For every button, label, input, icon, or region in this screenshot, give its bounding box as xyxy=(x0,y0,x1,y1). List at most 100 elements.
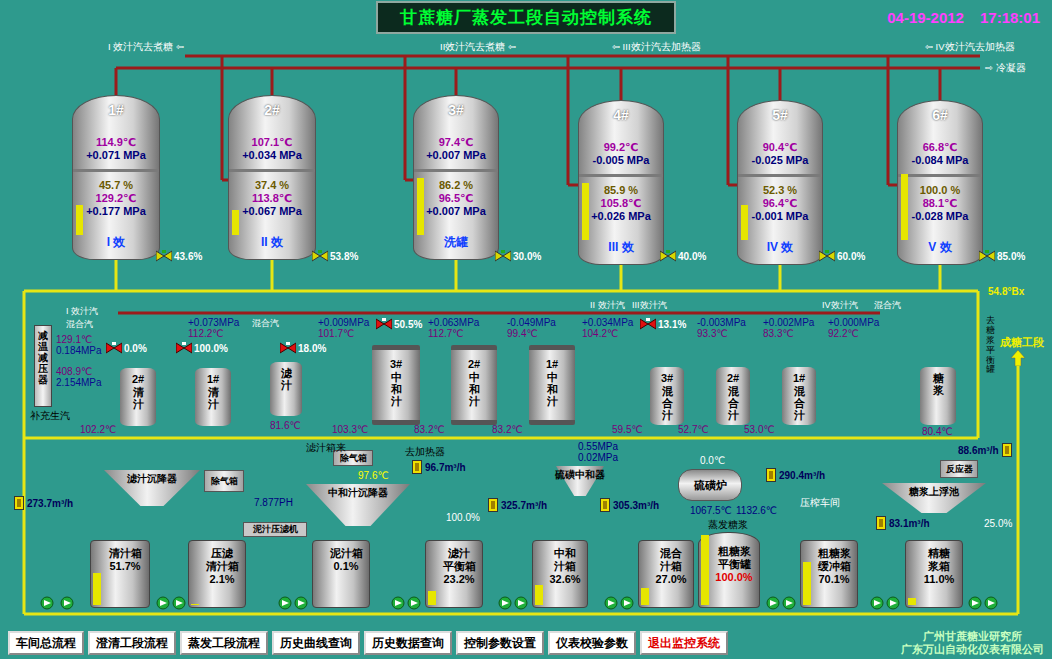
storage-tank[interactable]: 粗糖浆 缓冲箱70.1% xyxy=(800,540,858,608)
nav-button[interactable]: 蒸发工段流程 xyxy=(180,631,268,655)
storage-tank[interactable]: 混合 汁箱27.0% xyxy=(638,540,694,608)
pump-icon[interactable] xyxy=(968,596,982,610)
pump-icon[interactable] xyxy=(984,596,998,610)
tank-label: 混合 汁箱 xyxy=(660,547,682,573)
pump-icon[interactable] xyxy=(620,596,634,610)
equipment[interactable]: 硫磺炉 xyxy=(678,469,742,501)
process-tank[interactable]: 1#混合汁 xyxy=(782,367,816,425)
pump-icon[interactable] xyxy=(172,596,186,610)
pump-icon[interactable] xyxy=(604,596,618,610)
process-tank[interactable]: 2#清汁 xyxy=(120,368,156,426)
equipment[interactable]: 滤汁沉降器 xyxy=(104,470,200,506)
flow-meter[interactable]: 325.7m³/h xyxy=(488,498,547,512)
storage-tank[interactable]: 精糖 浆箱11.0% xyxy=(905,540,963,608)
process-tank[interactable]: 1#中和汁 xyxy=(529,345,575,425)
equipment[interactable]: 中和汁沉降器 xyxy=(306,484,410,526)
nav-button[interactable]: 澄清工段流程 xyxy=(88,631,176,655)
steam-valve[interactable]: 50.5% xyxy=(376,318,422,330)
pump-icon[interactable] xyxy=(886,596,900,610)
valve-opening: 50.5% xyxy=(394,319,422,330)
pump-icon[interactable] xyxy=(498,596,512,610)
desuperheater[interactable]: 减温减压器 xyxy=(34,325,52,407)
pump-icon[interactable] xyxy=(782,596,796,610)
red-valve-icon xyxy=(280,342,296,354)
heater-temp: 105.8℃ xyxy=(601,197,642,210)
process-tank[interactable]: 1#清汁 xyxy=(195,368,231,426)
valve-opening: 53.8% xyxy=(330,251,358,262)
pump-icon[interactable] xyxy=(407,596,421,610)
valve-icon xyxy=(312,250,328,262)
vessel-band xyxy=(229,169,315,172)
flow-meter[interactable]: 290.4m³/h xyxy=(766,468,825,482)
to-section-label[interactable]: 成糖工段 xyxy=(1000,336,1044,349)
evaporator-valve[interactable]: 60.0% xyxy=(819,250,865,262)
evaporator-valve[interactable]: 53.8% xyxy=(312,250,358,262)
pump-icon[interactable] xyxy=(156,596,170,610)
pump-icon[interactable] xyxy=(60,596,74,610)
valve-icon xyxy=(979,250,995,262)
steam-valve[interactable]: 18.0% xyxy=(280,342,326,354)
storage-tank[interactable]: 中和 汁箱32.6% xyxy=(532,540,588,608)
storage-tank[interactable]: 粗糖浆 平衡罐100.0% xyxy=(698,532,760,608)
equipment[interactable]: 除气箱 xyxy=(333,450,373,466)
process-tank[interactable]: 2#中和汁 xyxy=(451,345,497,425)
steam-valve[interactable]: 100.0% xyxy=(176,342,228,354)
pump-icon[interactable] xyxy=(870,596,884,610)
process-tank[interactable]: 滤汁 xyxy=(270,362,302,416)
line-temp: 101.7℃ xyxy=(318,328,369,339)
evaporator[interactable]: 2#107.1℃+0.034 MPa37.4 %113.8℃+0.067 MPa… xyxy=(228,95,316,260)
level-bar xyxy=(76,169,83,235)
flow-meter[interactable]: 96.7m³/h xyxy=(412,460,466,474)
process-canvas: I 效汁汽去煮糖 ⇦II效汁汽去煮糖 ⇦⇦ III效汁汽去加热器⇦ IV效汁汽去… xyxy=(0,34,1052,627)
steam-valve[interactable]: 0.0% xyxy=(106,342,147,354)
process-tank[interactable]: 糖浆 xyxy=(920,367,956,425)
evaporator[interactable]: 3#97.4℃+0.007 MPa86.2 %96.5℃+0.007 MPa洗罐 xyxy=(413,95,499,260)
nav-button[interactable]: 控制参数设置 xyxy=(456,631,544,655)
annotation: 1067.5℃ xyxy=(690,505,732,516)
level-fill xyxy=(232,210,239,235)
nav-button[interactable]: 退出监控系统 xyxy=(640,631,728,655)
steam-pipe xyxy=(404,56,407,180)
evaporator[interactable]: 1#114.9℃+0.071 MPa45.7 %129.2℃+0.177 MPa… xyxy=(72,95,160,260)
storage-tank[interactable]: 清汁箱51.7% xyxy=(90,540,150,608)
tank-level-fill xyxy=(428,591,436,605)
steam-valve[interactable]: 13.1% xyxy=(640,318,686,330)
credit-line: 广东万山自动化仪表有限公司 xyxy=(901,643,1044,656)
evaporator[interactable]: 5#90.4℃-0.025 MPa52.3 %96.4℃-0.001 MPaIV… xyxy=(737,100,823,265)
pump-icon[interactable] xyxy=(514,596,528,610)
nav-button[interactable]: 历史曲线查询 xyxy=(272,631,360,655)
flow-meter[interactable]: 305.3m³/h xyxy=(600,498,659,512)
flow-meter[interactable]: 273.7m³/h xyxy=(14,496,73,510)
evaporator-valve[interactable]: 30.0% xyxy=(495,250,541,262)
evaporator-valve[interactable]: 43.6% xyxy=(156,250,202,262)
level-bar xyxy=(741,174,748,240)
storage-tank[interactable]: 泥汁箱0.1% xyxy=(312,540,370,608)
flow-meter[interactable]: 88.6m³/h xyxy=(958,443,1012,457)
steam-pipe xyxy=(118,312,880,315)
pump-icon[interactable] xyxy=(294,596,308,610)
nav-button[interactable]: 仪表校验参数 xyxy=(548,631,636,655)
tank-number: 2# xyxy=(468,358,480,371)
pump-icon[interactable] xyxy=(40,596,54,610)
process-tank[interactable]: 2#混合汁 xyxy=(716,367,750,425)
nav-button[interactable]: 车间总流程 xyxy=(8,631,84,655)
flow-meter[interactable]: 83.1m³/h xyxy=(876,516,930,530)
pump-icon[interactable] xyxy=(766,596,780,610)
pump-icon[interactable] xyxy=(391,596,405,610)
evaporator[interactable]: 4#99.2℃-0.005 MPa85.9 %105.8℃+0.026 MPaI… xyxy=(578,100,664,265)
equipment[interactable]: 糖浆上浮池 xyxy=(882,483,986,513)
equipment[interactable]: 反应器 xyxy=(940,460,978,478)
pump-icon[interactable] xyxy=(278,596,292,610)
equipment[interactable]: 硫磺中和器 xyxy=(556,466,604,496)
equipment[interactable]: 泥汁压滤机 xyxy=(243,522,307,537)
process-tank[interactable]: 3#混合汁 xyxy=(650,367,684,425)
evaporator-valve[interactable]: 40.0% xyxy=(660,250,706,262)
nav-button[interactable]: 历史数据查询 xyxy=(364,631,452,655)
evaporator-valve[interactable]: 85.0% xyxy=(979,250,1025,262)
tank-level-bar xyxy=(315,543,323,605)
storage-tank[interactable]: 压滤 清汁箱2.1% xyxy=(188,540,246,608)
process-tank[interactable]: 3#中和汁 xyxy=(372,345,420,425)
equipment[interactable]: 除气箱 xyxy=(204,470,244,492)
evaporator[interactable]: 6#66.8℃-0.084 MPa100.0 %88.1℃-0.028 MPaV… xyxy=(897,100,983,265)
storage-tank[interactable]: 滤汁 平衡箱23.2% xyxy=(425,540,483,608)
